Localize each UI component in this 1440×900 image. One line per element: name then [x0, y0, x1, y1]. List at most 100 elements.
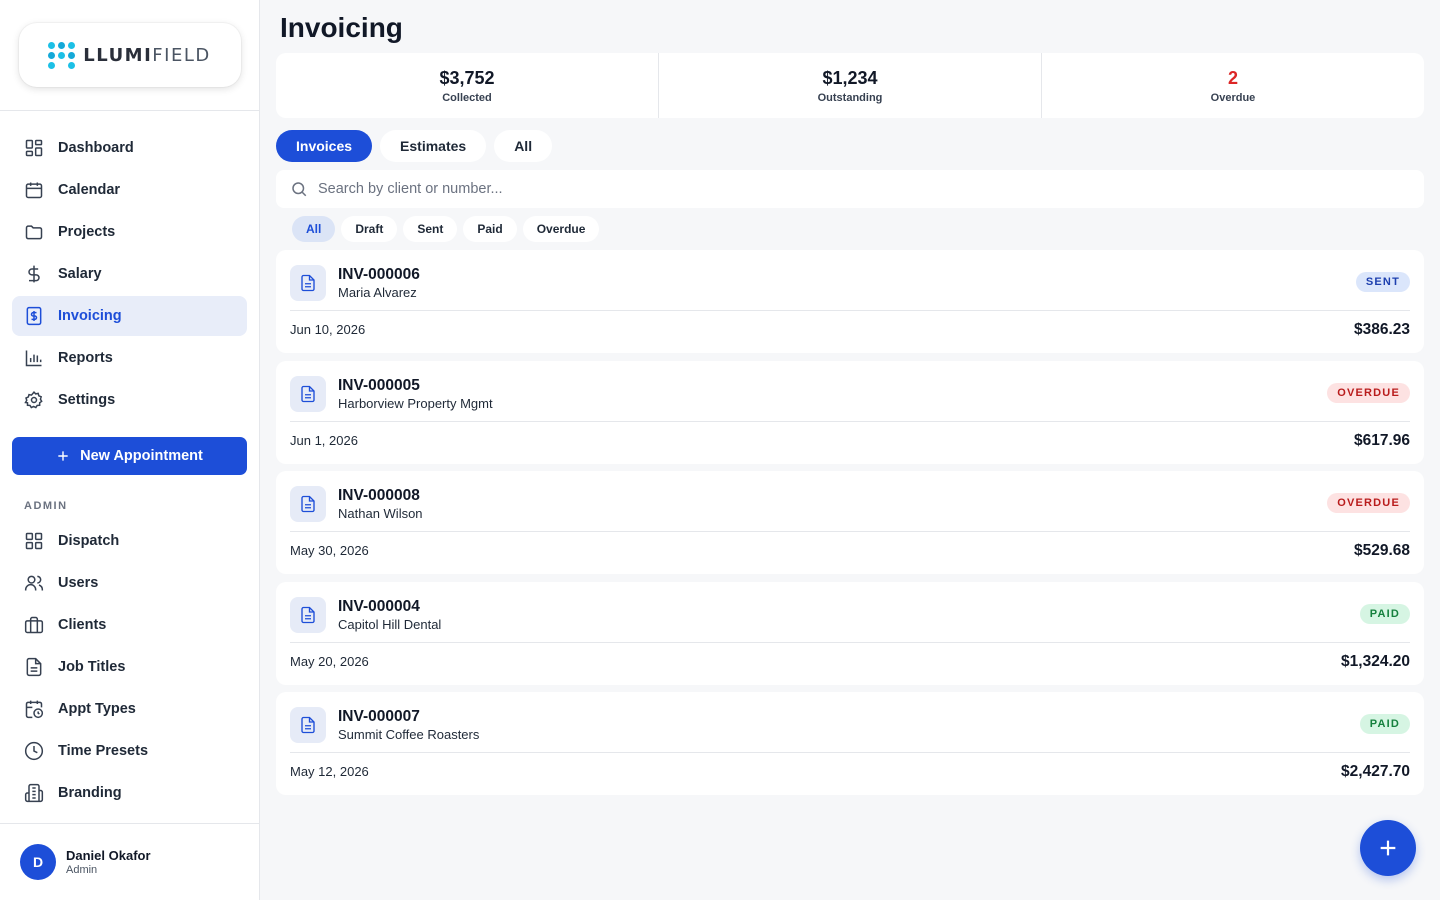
sidebar-item-label: Projects	[58, 224, 116, 240]
sidebar-item-users[interactable]: Users	[12, 563, 247, 603]
user-profile[interactable]: D Daniel Okafor Admin	[0, 823, 259, 900]
sidebar-item-appt-types[interactable]: Appt Types	[12, 689, 247, 729]
building-icon	[24, 783, 44, 803]
sidebar-item-salary[interactable]: Salary	[12, 254, 247, 294]
invoice-card[interactable]: INV-000006 Maria Alvarez SENT Jun 10, 20…	[276, 250, 1424, 353]
invoice-card[interactable]: INV-000005 Harborview Property Mgmt OVER…	[276, 360, 1424, 464]
filter-all[interactable]: All	[292, 216, 336, 242]
filter-overdue[interactable]: Overdue	[522, 216, 600, 242]
invoice-date: May 30, 2026	[290, 543, 369, 559]
stat-label: Collected	[442, 91, 492, 104]
page-title: Invoicing	[280, 12, 403, 43]
status-badge: PAID	[1359, 603, 1410, 624]
sidebar-item-reports[interactable]: Reports	[12, 338, 247, 378]
invoice-card[interactable]: INV-000007 Summit Coffee Roasters PAID M…	[276, 692, 1424, 796]
dollar-icon	[28, 265, 40, 283]
plus-icon	[1380, 840, 1396, 856]
document-icon	[290, 596, 326, 633]
invoice-card[interactable]: INV-000008 Nathan Wilson OVERDUE May 30,…	[276, 471, 1424, 575]
sidebar-item-label: Branding	[58, 785, 122, 801]
search-icon	[292, 182, 307, 197]
divider	[290, 420, 1410, 422]
sidebar-item-branding[interactable]: Branding	[12, 773, 247, 813]
sidebar-item-label: Salary	[58, 266, 102, 282]
sidebar-item-time-presets[interactable]: Time Presets	[12, 731, 247, 771]
invoice-card[interactable]: INV-000004 Capitol Hill Dental PAID May …	[276, 581, 1424, 685]
invoice-amount: $529.68	[1353, 542, 1410, 560]
stat-label: Overdue	[1210, 91, 1256, 104]
stat-outstanding: $1,234 Outstanding	[659, 53, 1042, 118]
sidebar-item-label: Job Titles	[58, 659, 126, 675]
document-icon	[290, 375, 326, 412]
users-icon	[24, 575, 44, 591]
sidebar-item-projects[interactable]: Projects	[12, 212, 247, 252]
document-icon	[290, 265, 326, 301]
sidebar-item-calendar[interactable]: Calendar	[12, 170, 247, 210]
invoice-number: INV-000007	[338, 708, 420, 726]
sidebar-item-label: Dashboard	[58, 140, 134, 156]
sidebar-item-job-titles[interactable]: Job Titles	[12, 647, 247, 687]
plus-icon	[58, 451, 68, 461]
sidebar-item-label: Users	[58, 575, 99, 591]
gear-icon	[24, 390, 43, 409]
sidebar-item-label: Settings	[58, 392, 116, 408]
new-appointment-label: New Appointment	[80, 448, 203, 464]
sidebar-item-label: Time Presets	[58, 743, 149, 759]
admin-section-label: ADMIN	[24, 500, 68, 512]
invoice-date: May 20, 2026	[290, 653, 369, 669]
main-nav: Dashboard Calendar Projects Salary Invoi…	[12, 128, 247, 422]
status-badge: PAID	[1359, 714, 1410, 735]
invoice-amount: $2,427.70	[1341, 763, 1410, 781]
invoice-amount: $1,324.20	[1341, 652, 1410, 670]
sidebar-item-clients[interactable]: Clients	[12, 605, 247, 645]
invoice-date: Jun 10, 2026	[290, 322, 366, 337]
stat-value: $3,752	[439, 67, 495, 88]
tab-estimates[interactable]: Estimates	[380, 130, 487, 162]
invoice-client: Summit Coffee Roasters	[338, 727, 480, 743]
status-filters: All Draft Sent Paid Overdue	[292, 216, 600, 242]
sidebar: LLUMIFIELD Dashboard Calendar Projects S…	[0, 0, 260, 900]
briefcase-icon	[24, 616, 44, 634]
invoice-number: INV-000006	[338, 266, 420, 283]
tab-all[interactable]: All	[494, 130, 553, 162]
status-badge: SENT	[1355, 272, 1410, 292]
create-invoice-button[interactable]	[1360, 820, 1416, 876]
invoice-list: INV-000006 Maria Alvarez SENT Jun 10, 20…	[276, 250, 1424, 803]
stat-collected: $3,752 Collected	[276, 53, 659, 118]
brand-name: LLUMIFIELD	[83, 44, 211, 66]
invoice-amount: $386.23	[1353, 321, 1410, 338]
stat-value: 2	[1227, 67, 1238, 88]
sidebar-item-invoicing[interactable]: Invoicing	[12, 296, 247, 336]
folder-icon	[25, 225, 43, 240]
sidebar-item-dispatch[interactable]: Dispatch	[12, 521, 247, 561]
tab-invoices[interactable]: Invoices	[276, 130, 373, 162]
invoice-date: May 12, 2026	[290, 764, 369, 780]
clock-icon	[24, 741, 44, 761]
brand-logo[interactable]: LLUMIFIELD	[18, 23, 241, 87]
invoice-client: Maria Alvarez	[338, 285, 417, 300]
filter-draft[interactable]: Draft	[341, 216, 398, 242]
invoice-client: Harborview Property Mgmt	[338, 395, 493, 411]
sidebar-item-label: Appt Types	[58, 701, 136, 717]
sidebar-item-settings[interactable]: Settings	[12, 380, 247, 420]
user-role: Admin	[66, 864, 98, 876]
invoice-amount: $617.96	[1353, 431, 1410, 449]
search-bar	[276, 170, 1424, 208]
avatar: D	[20, 844, 56, 880]
filter-paid[interactable]: Paid	[463, 216, 517, 242]
sidebar-item-label: Dispatch	[58, 533, 120, 549]
filter-sent[interactable]: Sent	[403, 216, 458, 242]
sidebar-item-dashboard[interactable]: Dashboard	[12, 128, 247, 168]
search-input[interactable]	[318, 181, 1218, 197]
invoice-number: INV-000004	[338, 597, 420, 615]
new-appointment-button[interactable]: New Appointment	[12, 437, 247, 475]
stat-value: $1,234	[822, 67, 878, 88]
sidebar-item-label: Reports	[58, 350, 113, 366]
document-icon	[26, 657, 42, 677]
divider	[290, 310, 1410, 311]
stat-overdue: 2 Overdue	[1042, 53, 1424, 118]
logo-area: LLUMIFIELD	[0, 0, 259, 111]
invoice-number: INV-000005	[338, 376, 420, 394]
grid-icon	[25, 532, 43, 550]
status-badge: OVERDUE	[1327, 493, 1410, 514]
